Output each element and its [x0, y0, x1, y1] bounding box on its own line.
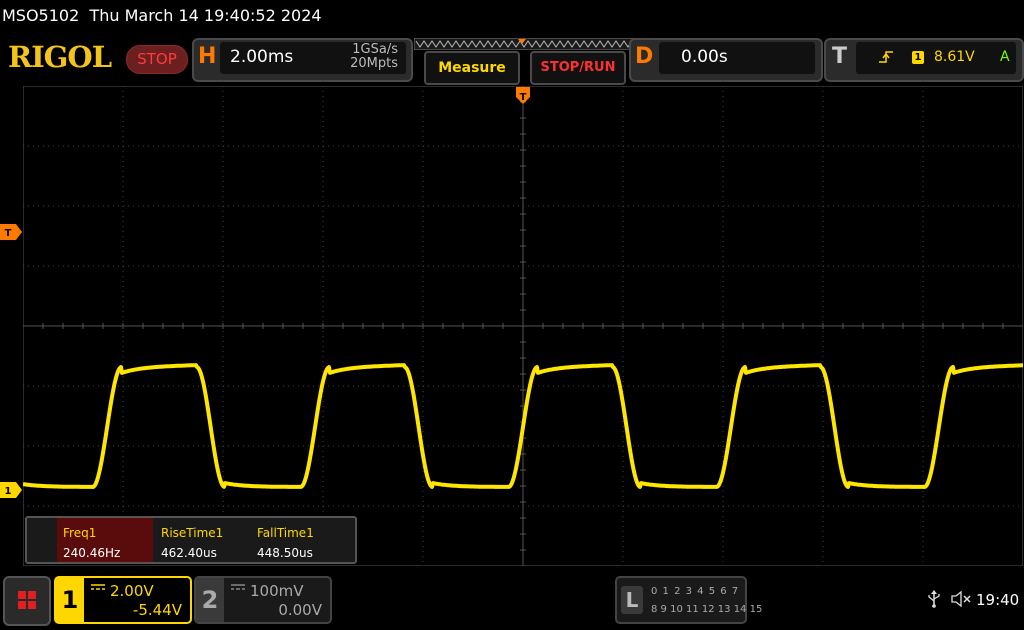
delay-panel[interactable]: D 0.00s [629, 38, 823, 82]
datetime: Thu March 14 19:40:52 2024 [89, 6, 322, 25]
dc-coupling-icon [91, 584, 105, 590]
channel1-marker-label: 1 [5, 486, 12, 497]
trigger-label: T [832, 44, 848, 69]
measure-button[interactable]: Measure [424, 51, 520, 85]
logic-analyzer-button[interactable]: L 0 1 2 3 4 5 6 7 8 9 10 11 12 13 14 15 [615, 576, 762, 624]
waveform-display[interactable] [23, 86, 1023, 566]
memory-overview-bar[interactable] [414, 38, 634, 50]
channel1-number: 1 [56, 578, 84, 622]
horizontal-readout: 2.00ms 1GSa/s 20Mpts [220, 42, 406, 74]
status-line: MSO5102 Thu March 14 19:40:52 2024 [2, 6, 322, 25]
sound-muted-icon[interactable] [950, 590, 972, 608]
measurement-label: RiseTime1 [161, 526, 224, 540]
trigger-panel[interactable]: T 1 8.61V A [824, 38, 1024, 82]
measurement-value: 240.46Hz [63, 546, 121, 560]
measurement-panel[interactable]: Freq1 240.46Hz RiseTime1 462.40us FallTi… [25, 516, 357, 564]
brand-logo: RIGOL [8, 40, 112, 74]
dc-coupling-icon [231, 584, 245, 590]
rising-edge-icon [879, 51, 893, 63]
delay-label: D [635, 44, 654, 69]
model-name: MSO5102 [2, 6, 80, 25]
timebase-value: 2.00ms [230, 47, 294, 67]
delay-readout: 0.00s [659, 42, 815, 74]
run-state-badge[interactable]: STOP [126, 45, 188, 74]
measurement-freq[interactable]: Freq1 240.46Hz [57, 518, 153, 562]
horizontal-label: H [198, 44, 217, 69]
measurement-value: 448.50us [257, 546, 313, 560]
sample-rate: 1GSa/s [352, 42, 398, 57]
logic-analyzer-label: L [621, 586, 643, 614]
trigger-mode: A [1000, 49, 1010, 65]
channel2-button[interactable]: 2 100mV 0.00V [194, 576, 332, 624]
channel1-scale: 2.00V [110, 582, 154, 600]
trigger-level-label: T [5, 228, 12, 239]
delay-value: 0.00s [681, 47, 728, 67]
memory-depth: 20Mpts [350, 56, 398, 71]
trigger-level-marker[interactable]: T [0, 224, 24, 240]
channel1-button[interactable]: 1 2.00V -5.44V [54, 576, 192, 624]
channel2-scale: 100mV [250, 582, 304, 600]
main-menu-button[interactable] [3, 576, 51, 626]
trigger-source: 1 [912, 51, 924, 64]
trigger-position-label: T [520, 92, 527, 103]
channel2-number: 2 [196, 578, 224, 622]
acquisition-info: 1GSa/s 20Mpts [350, 43, 398, 71]
trigger-readout: 1 8.61V A [856, 42, 1016, 74]
measurement-value: 462.40us [161, 546, 217, 560]
channel1-offset-marker[interactable]: 1 [0, 482, 24, 498]
channel2-offset: 0.00V [278, 601, 322, 619]
measurement-rise-time[interactable]: RiseTime1 462.40us [155, 518, 251, 562]
measurement-fall-time[interactable]: FallTime1 448.50us [251, 518, 347, 562]
usb-icon [928, 590, 940, 608]
trigger-position-marker[interactable]: T [516, 87, 530, 111]
digital-channels-row2: 8 9 10 11 12 13 14 15 [651, 604, 763, 615]
digital-channels-row1: 0 1 2 3 4 5 6 7 [651, 586, 740, 597]
horizontal-panel[interactable]: H 2.00ms 1GSa/s 20Mpts [192, 38, 413, 82]
stoprun-button[interactable]: STOP/RUN [530, 51, 626, 85]
grid-menu-icon [18, 591, 36, 609]
measurement-label: Freq1 [63, 526, 97, 540]
channel1-offset: -5.44V [132, 601, 182, 619]
trigger-level: 8.61V [934, 49, 975, 65]
system-clock: 19:40 [976, 591, 1020, 609]
measurement-label: FallTime1 [257, 526, 314, 540]
